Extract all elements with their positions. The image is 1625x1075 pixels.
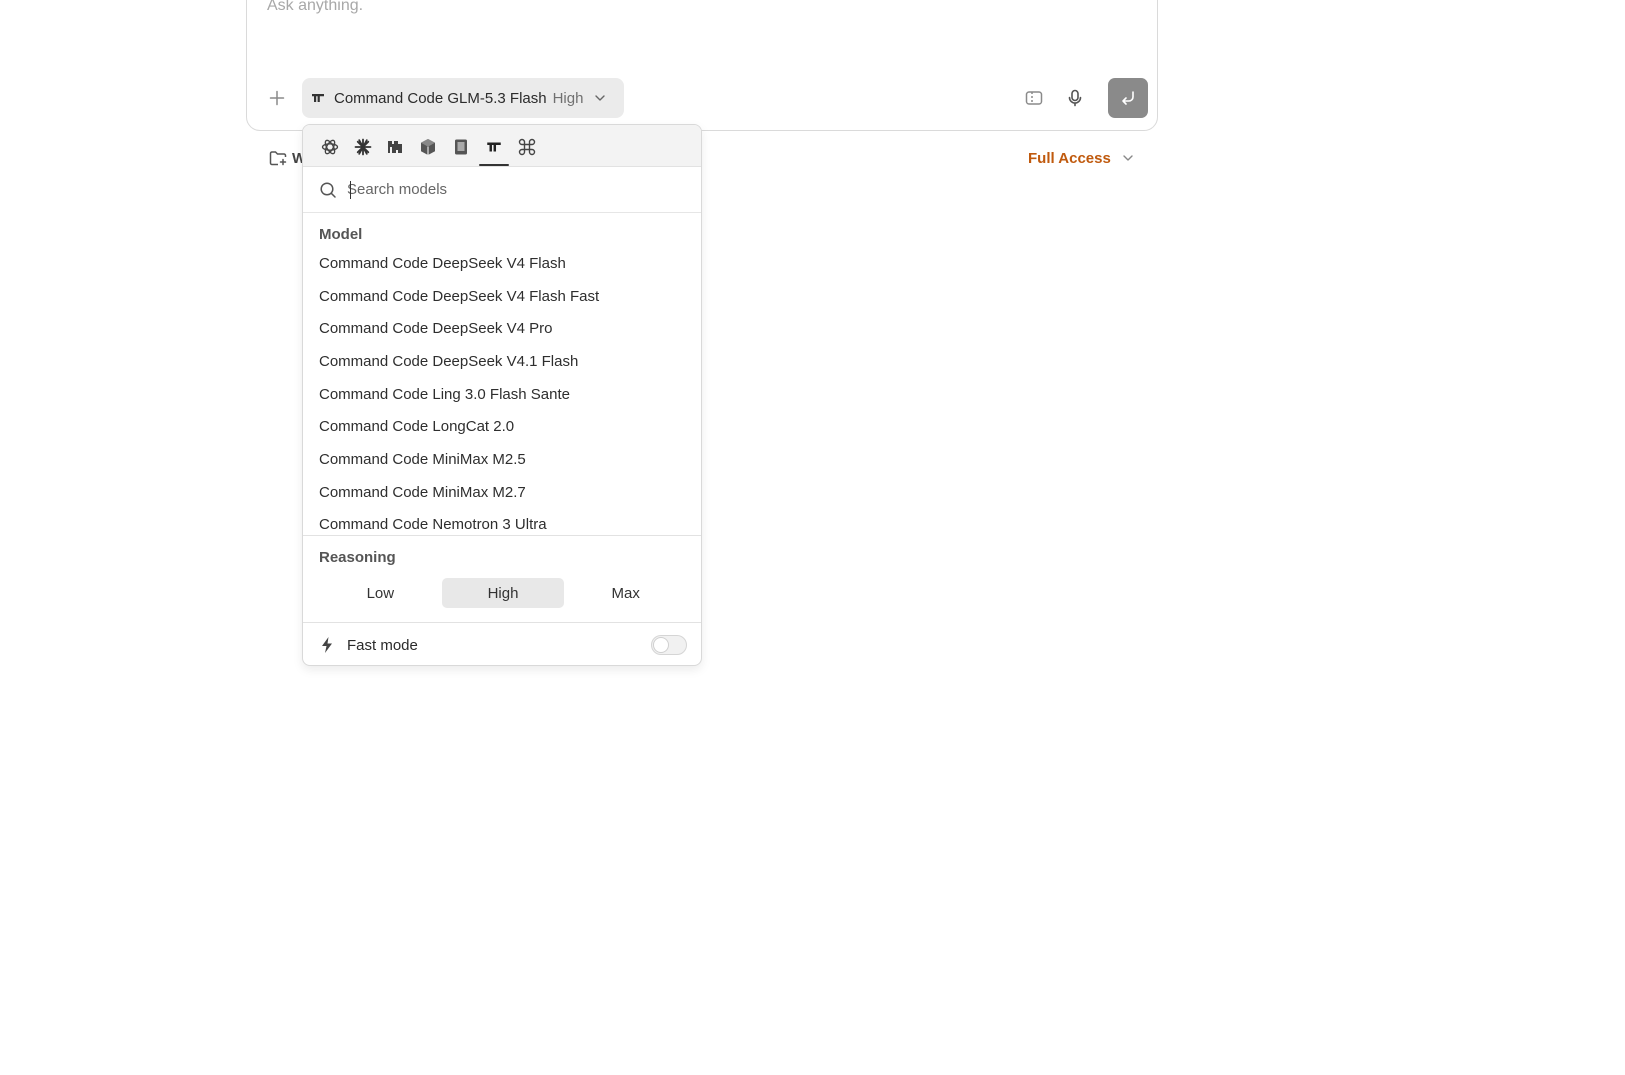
model-search-row — [303, 167, 701, 213]
microphone-icon — [1068, 89, 1082, 107]
send-arrow-icon — [1122, 91, 1134, 105]
plus-icon — [269, 90, 285, 106]
model-option[interactable]: Command Code MiniMax M2.5 — [303, 443, 701, 476]
fast-mode-label: Fast mode — [347, 636, 418, 654]
tab-openai[interactable] — [316, 134, 344, 160]
model-option[interactable]: Command Code DeepSeek V4 Pro — [303, 312, 701, 345]
text-caret — [350, 181, 351, 199]
model-option[interactable]: Command Code MiniMax M2.7 — [303, 476, 701, 509]
send-button[interactable] — [1108, 78, 1148, 118]
command-code-icon — [487, 142, 501, 152]
toggle-knob — [653, 637, 669, 653]
reasoning-option-low[interactable]: Low — [319, 578, 442, 608]
tab-command-code[interactable] — [479, 134, 509, 166]
book-icon — [455, 139, 467, 155]
access-level-selector[interactable]: Full Access — [1028, 147, 1135, 169]
selected-model-label: Command Code GLM-5.3 Flash — [334, 89, 547, 107]
access-level-label: Full Access — [1028, 149, 1111, 167]
command-code-icon — [312, 94, 324, 102]
model-option[interactable]: Command Code LongCat 2.0 — [303, 410, 701, 443]
voice-input-button[interactable] — [1063, 86, 1087, 110]
model-section-label: Model — [319, 226, 363, 243]
chevron-down-icon — [1123, 155, 1133, 161]
prompt-input[interactable]: Ask anything. — [267, 0, 363, 15]
model-option[interactable]: Command Code DeepSeek V4 Flash Fast — [303, 280, 701, 313]
tab-cube[interactable] — [414, 134, 442, 160]
tab-mistral[interactable] — [381, 134, 409, 160]
selected-reasoning-label: High — [552, 89, 584, 107]
reasoning-option-max[interactable]: Max — [564, 578, 687, 608]
mistral-icon — [388, 141, 402, 153]
tab-anthropic[interactable] — [349, 134, 377, 160]
workspace-selector[interactable]: W — [268, 146, 306, 170]
ticket-icon — [1025, 91, 1043, 105]
tab-command-key[interactable] — [513, 134, 541, 160]
reasoning-section-label: Reasoning — [319, 549, 396, 566]
plan-mode-button[interactable] — [1022, 86, 1046, 110]
add-attachment-button[interactable] — [266, 87, 288, 109]
search-icon — [320, 181, 336, 198]
reasoning-segmented-control: Low High Max — [319, 578, 687, 608]
reasoning-option-high[interactable]: High — [441, 578, 565, 608]
model-option[interactable]: Command Code Nemotron 3 Ultra — [303, 509, 701, 542]
provider-tabs — [303, 125, 701, 167]
lightning-icon — [322, 637, 332, 653]
model-option[interactable]: Command Code DeepSeek V4.1 Flash — [303, 345, 701, 378]
openai-icon — [321, 139, 339, 155]
model-list[interactable]: Command Code DeepSeek V4 Flash Command C… — [303, 247, 701, 553]
model-search-input[interactable] — [347, 181, 647, 198]
model-picker-dropdown: Model Command Code DeepSeek V4 Flash Com… — [302, 124, 702, 666]
folder-plus-icon — [269, 151, 287, 166]
fast-mode-row: Fast mode — [303, 623, 701, 665]
chevron-down-icon — [593, 91, 607, 105]
model-option[interactable]: Command Code DeepSeek V4 Flash — [303, 247, 701, 280]
fast-mode-toggle[interactable] — [651, 635, 687, 655]
cube-icon — [421, 139, 435, 155]
model-option[interactable]: Command Code Ling 3.0 Flash Sante — [303, 378, 701, 411]
model-selector-button[interactable]: Command Code GLM-5.3 Flash High — [302, 78, 624, 118]
anthropic-icon — [354, 138, 372, 156]
divider — [303, 535, 701, 536]
command-key-icon — [518, 138, 536, 156]
tab-notebook[interactable] — [447, 134, 475, 160]
